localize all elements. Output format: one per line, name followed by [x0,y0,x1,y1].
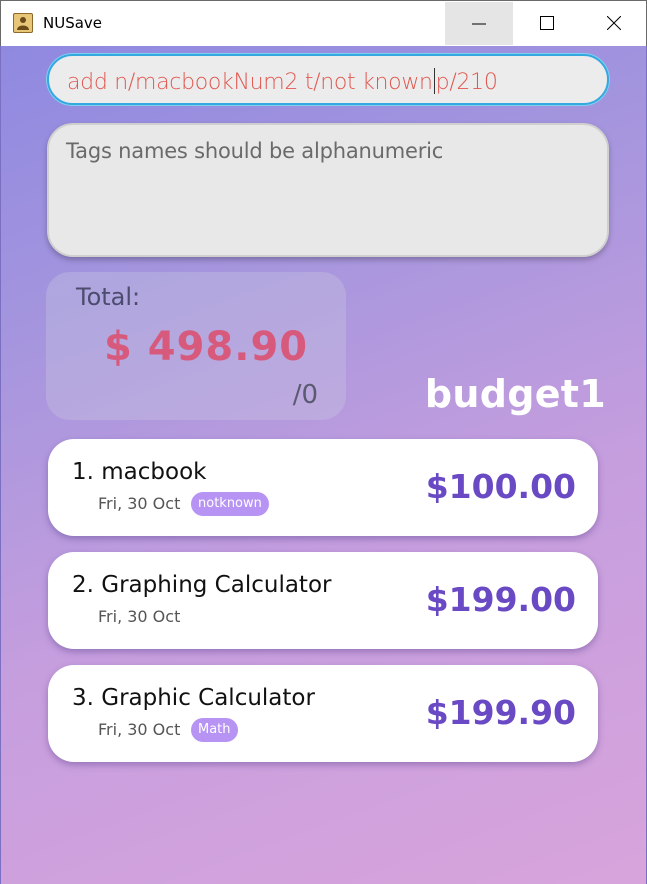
total-amount: $ 498.90 [104,324,309,370]
maximize-icon [540,16,554,30]
result-display[interactable]: Tags names should be alphanumeric [47,123,609,257]
result-message: Tags names should be alphanumeric [66,139,444,163]
command-text-before-caret: add n/macbookNum2 t/not known [67,70,433,95]
command-text: add n/macbookNum2 t/not known p/210 [67,68,498,95]
command-input[interactable]: add n/macbookNum2 t/not known p/210 [47,54,609,105]
maximize-button[interactable] [513,2,581,45]
purchase-price: $100.00 [425,467,576,506]
purchase-title: 2. Graphing Calculator [72,572,332,598]
purchase-date: Fri, 30 Oct [98,720,181,739]
address-book-icon [13,13,33,33]
purchase-date: Fri, 30 Oct [98,607,181,626]
purchase-card[interactable]: 2. Graphing Calculator Fri, 30 Oct $199.… [48,552,598,649]
total-card: Total: $ 498.90 /0 [46,272,346,420]
purchase-title: 1. macbook [72,459,207,485]
close-icon [607,16,621,30]
minimize-icon [472,23,486,25]
purchase-price: $199.00 [425,580,576,619]
purchase-title: 3. Graphic Calculator [72,685,315,711]
purchase-card[interactable]: 1. macbook Fri, 30 Oct notknown $100.00 [48,439,598,536]
purchase-tag: Math [191,718,238,742]
total-label: Total: [76,283,141,311]
main-panel: add n/macbookNum2 t/not known p/210 Tags … [0,46,647,884]
text-caret [433,68,435,94]
window-title: NUSave [43,14,103,32]
minimize-button[interactable] [445,2,513,45]
close-button[interactable] [580,2,647,45]
budget-name: budget1 [424,372,606,416]
purchase-price: $199.90 [425,693,576,732]
command-text-after-caret: p/210 [435,70,498,95]
title-bar: NUSave [0,0,647,46]
purchase-card[interactable]: 3. Graphic Calculator Fri, 30 Oct Math $… [48,665,598,762]
budget-amount: /0 [292,380,318,410]
purchase-date: Fri, 30 Oct [98,494,181,513]
purchase-tag: notknown [191,492,269,516]
